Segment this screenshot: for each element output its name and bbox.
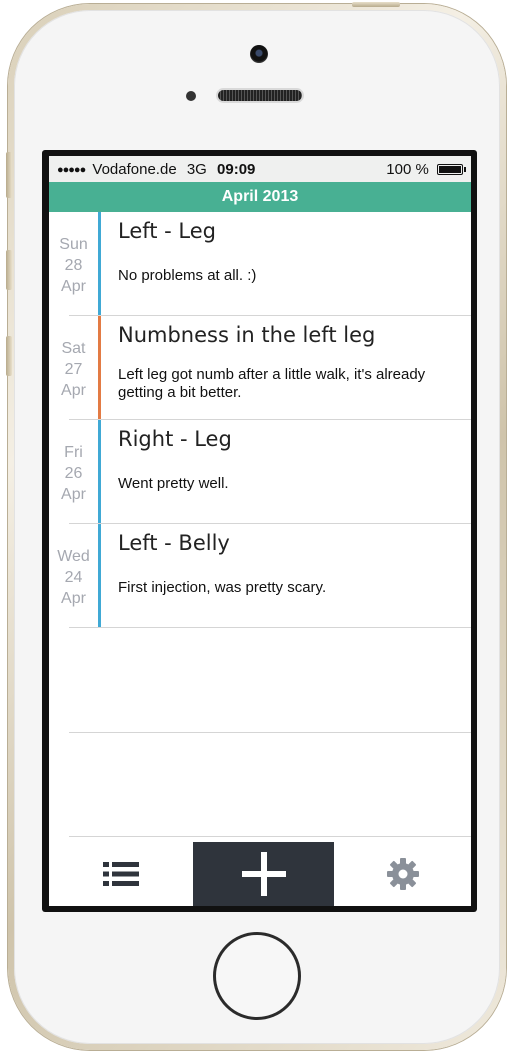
- entry-color-bar: [98, 524, 101, 628]
- entry-day: 26: [64, 465, 83, 482]
- entry-day: 28: [64, 257, 83, 274]
- entry-date: Sat 27 Apr: [49, 316, 98, 420]
- battery-percentage: 100 %: [386, 161, 429, 178]
- status-bar: ●●●●● Vodafone.de 3G 09:09 100 %: [49, 156, 471, 182]
- tab-add-entry[interactable]: [193, 842, 334, 906]
- entry-day: 27: [64, 361, 83, 378]
- entry-row[interactable]: Sat 27 Apr Numbness in the left leg Left…: [49, 316, 471, 420]
- entry-title: Numbness in the left leg: [118, 323, 376, 347]
- entry-date: Fri 26 Apr: [49, 420, 98, 524]
- volume-down-button: [6, 336, 12, 376]
- entry-list: Sun 28 Apr Left - Leg No problems at all…: [49, 212, 471, 628]
- tab-bar-divider: [69, 836, 471, 837]
- entry-note: Left leg got numb after a little walk, i…: [118, 366, 426, 401]
- tab-settings[interactable]: [334, 842, 471, 906]
- entry-note: No problems at all. :): [118, 267, 257, 284]
- entry-month: Apr: [61, 590, 86, 607]
- front-camera: [250, 45, 268, 63]
- gear-icon: [386, 858, 419, 890]
- plus-icon: [241, 852, 286, 896]
- month-header: April 2013: [49, 182, 471, 212]
- entry-color-bar: [98, 316, 101, 420]
- entry-weekday: Sun: [59, 236, 88, 253]
- entry-weekday: Fri: [64, 444, 83, 461]
- entry-color-bar: [98, 420, 101, 524]
- entry-title: Right - Leg: [118, 427, 232, 451]
- signal-strength-icon: ●●●●●: [57, 164, 86, 176]
- entry-note: Went pretty well.: [118, 475, 229, 492]
- proximity-sensor: [186, 91, 196, 101]
- entry-date: Wed 24 Apr: [49, 524, 98, 628]
- earpiece-speaker: [218, 90, 302, 101]
- entry-weekday: Sat: [61, 340, 86, 357]
- entry-row[interactable]: Sun 28 Apr Left - Leg No problems at all…: [49, 212, 471, 316]
- carrier-name: Vodafone.de: [92, 161, 177, 178]
- entry-month: Apr: [61, 382, 86, 399]
- row-divider: [69, 627, 471, 628]
- entry-date: Sun 28 Apr: [49, 212, 98, 316]
- mute-switch: [6, 152, 12, 198]
- power-button: [352, 2, 400, 7]
- volume-up-button: [6, 250, 12, 290]
- entry-note: First injection, was pretty scary.: [118, 579, 327, 596]
- tab-list[interactable]: [49, 842, 193, 906]
- app-screen: ●●●●● Vodafone.de 3G 09:09 100 % April 2…: [49, 156, 471, 906]
- empty-row-divider: [69, 732, 471, 733]
- entry-month: Apr: [61, 486, 86, 503]
- network-type: 3G: [186, 161, 207, 178]
- entry-title: Left - Belly: [118, 531, 230, 555]
- entry-row[interactable]: Fri 26 Apr Right - Leg Went pretty well.: [49, 420, 471, 524]
- battery-icon: [437, 164, 466, 175]
- entry-color-bar: [98, 212, 101, 316]
- status-time: 09:09: [217, 161, 256, 178]
- list-icon: [103, 862, 139, 886]
- entry-weekday: Wed: [57, 548, 90, 565]
- entry-title: Left - Leg: [118, 219, 217, 243]
- home-button[interactable]: [213, 932, 301, 1020]
- entry-day: 24: [64, 569, 83, 586]
- entry-row[interactable]: Wed 24 Apr Left - Belly First injection,…: [49, 524, 471, 628]
- entry-month: Apr: [61, 278, 86, 295]
- tab-bar: [49, 842, 471, 906]
